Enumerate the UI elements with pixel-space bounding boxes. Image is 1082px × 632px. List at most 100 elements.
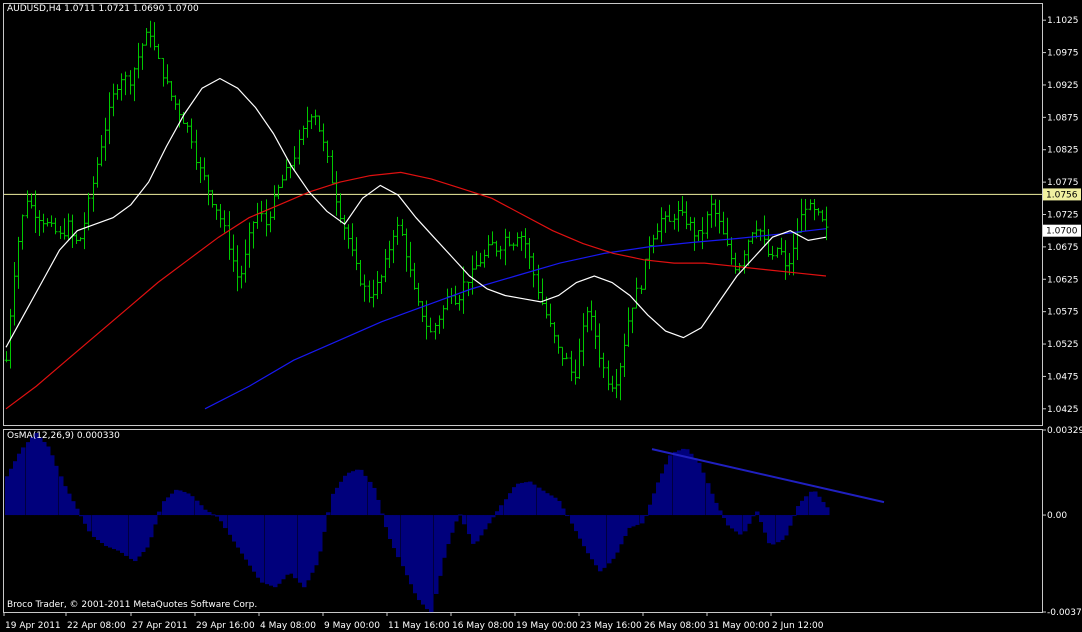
osma-bar [13,461,18,516]
osma-bar [458,514,463,516]
ma-slow-line[interactable] [204,228,827,410]
osma-bar [771,515,776,545]
ohlc-bar [581,313,586,367]
osma-bar [63,486,68,516]
ohlc-bar [515,232,520,247]
ohlc-bar [268,211,273,233]
ohlc-bar [20,214,25,250]
osma-bar [26,442,31,516]
x-tick-label: 16 May 08:00 [452,621,514,631]
osma-bar [483,515,488,530]
ohlc-bar [548,303,553,327]
ohlc-bar [334,171,339,216]
osma-pane[interactable] [5,432,885,613]
osma-bar [141,515,146,553]
osma-bar [681,448,686,516]
osma-bar [384,515,389,528]
ohlc-bar [330,150,335,184]
ohlc-bar [12,261,17,326]
ohlc-bar [494,240,499,257]
osma-bar [479,515,484,536]
osma-bar [565,515,570,517]
osma-bar [195,500,200,516]
ohlc-bar [297,129,302,165]
x-tick-label: 11 May 16:00 [388,621,450,631]
ohlc-bar [684,201,689,230]
ma-mid-line[interactable] [5,171,827,410]
osc-y-tick-label: 0.00 [1047,511,1067,521]
osma-bar [153,515,158,525]
osma-bar [368,481,373,516]
osma-bar [100,515,105,544]
ohlc-bar [696,230,701,242]
osma-bar [417,515,422,601]
ohlc-bar [235,245,240,292]
osma-bar [508,493,513,516]
osma-bar [318,515,323,552]
ohlc-bar [663,211,668,233]
osma-bar [516,483,521,516]
osma-bar [668,455,673,516]
ohlc-bar [375,271,380,300]
osma-bar [541,490,546,516]
ohlc-bar [152,22,157,51]
ohlc-bar [820,209,825,222]
osma-bar [248,515,253,566]
ohlc-bar [66,213,71,240]
x-tick-label: 23 May 16:00 [580,621,642,631]
ohlc-bar [498,245,503,260]
osc-y-tick-label: 0.003290 [1047,426,1082,436]
osma-bar [640,515,645,524]
osma-bar [314,515,319,566]
osma-bar [219,515,224,522]
price-pane[interactable] [4,20,1042,410]
ohlc-bar [725,217,730,247]
ohlc-bar [758,228,763,241]
osma-bar [302,515,307,588]
ohlc-bar [321,123,326,152]
ohlc-bar [284,159,289,181]
x-tick-label: 26 May 08:00 [644,621,706,631]
trading-chart[interactable]: 1.1025 1.0975 1.0925 1.0875 1.0825 1.0775 1.07… [0,0,1082,632]
osma-bar [347,472,352,516]
osma-bar [631,515,636,527]
ohlc-bar [173,95,178,110]
y-tick-label: 1.0975 [1047,49,1079,59]
osma-bar [96,515,101,540]
osma-bar [738,515,743,535]
osma-bar [178,490,183,516]
ohlc-bar [457,294,462,311]
osma-bar [673,451,678,516]
osma-bar [809,491,814,516]
osma-bar [763,515,768,533]
osma-bar [759,515,764,523]
ohlc-bar [53,217,58,235]
osma-bar [693,458,698,516]
x-tick-label: 4 May 08:00 [260,621,316,631]
osma-bar [228,515,233,535]
osma-bar [83,515,88,524]
osma-bar [442,515,447,558]
osma-bar [174,489,179,516]
osma-bar [30,436,35,516]
osma-bar [405,515,410,576]
osma-bar [331,493,336,516]
osma-bar [157,511,162,516]
ohlc-bar [198,157,203,183]
osma-bar [104,515,109,547]
osma-bar [656,482,661,516]
osma-bar [120,515,125,553]
y-tick-label: 1.0475 [1047,372,1079,382]
ohlc-bar [309,114,314,130]
ohlc-bar [618,362,623,401]
osma-bar [409,515,414,585]
y-tick-label: 1.0575 [1047,308,1079,318]
ohlc-bar [503,228,508,266]
ohlc-bar [461,266,466,314]
ohlc-bar [556,334,561,354]
ohlc-bar [156,43,161,60]
osma-bar [190,496,195,516]
ohlc-bar [383,249,388,283]
osma-bar [310,515,315,573]
ohlc-bar [276,184,281,200]
